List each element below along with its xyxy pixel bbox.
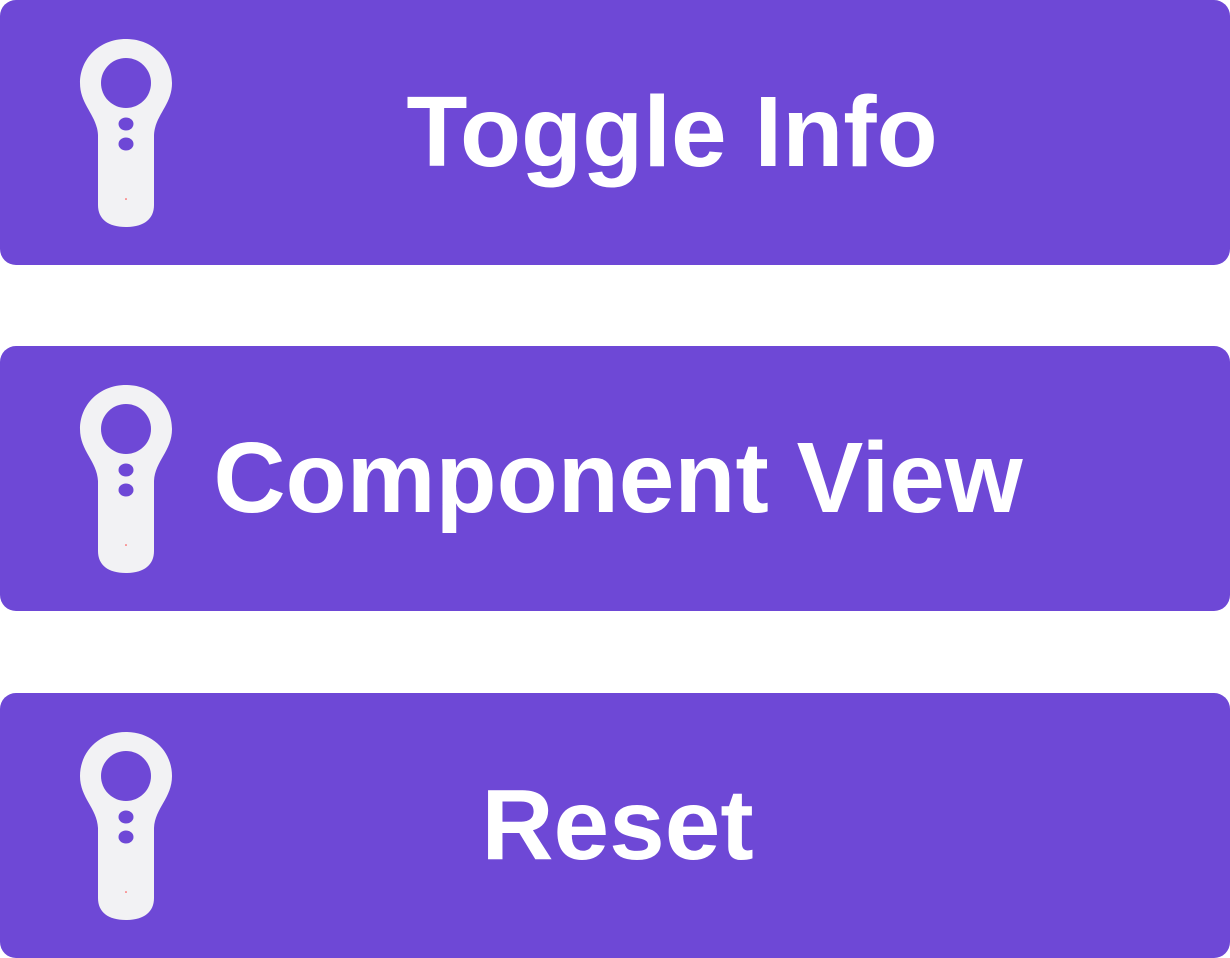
vr-controller-icon bbox=[78, 37, 174, 227]
vr-controller-icon bbox=[78, 383, 174, 573]
component-view-button[interactable]: Component View bbox=[0, 346, 1230, 611]
reset-label: Reset bbox=[481, 769, 754, 881]
vr-controller-icon bbox=[78, 730, 174, 920]
reset-button[interactable]: Reset bbox=[0, 693, 1230, 958]
toggle-info-label: Toggle Info bbox=[406, 76, 938, 188]
component-view-label: Component View bbox=[213, 422, 1023, 534]
toggle-info-button[interactable]: Toggle Info bbox=[0, 0, 1230, 265]
